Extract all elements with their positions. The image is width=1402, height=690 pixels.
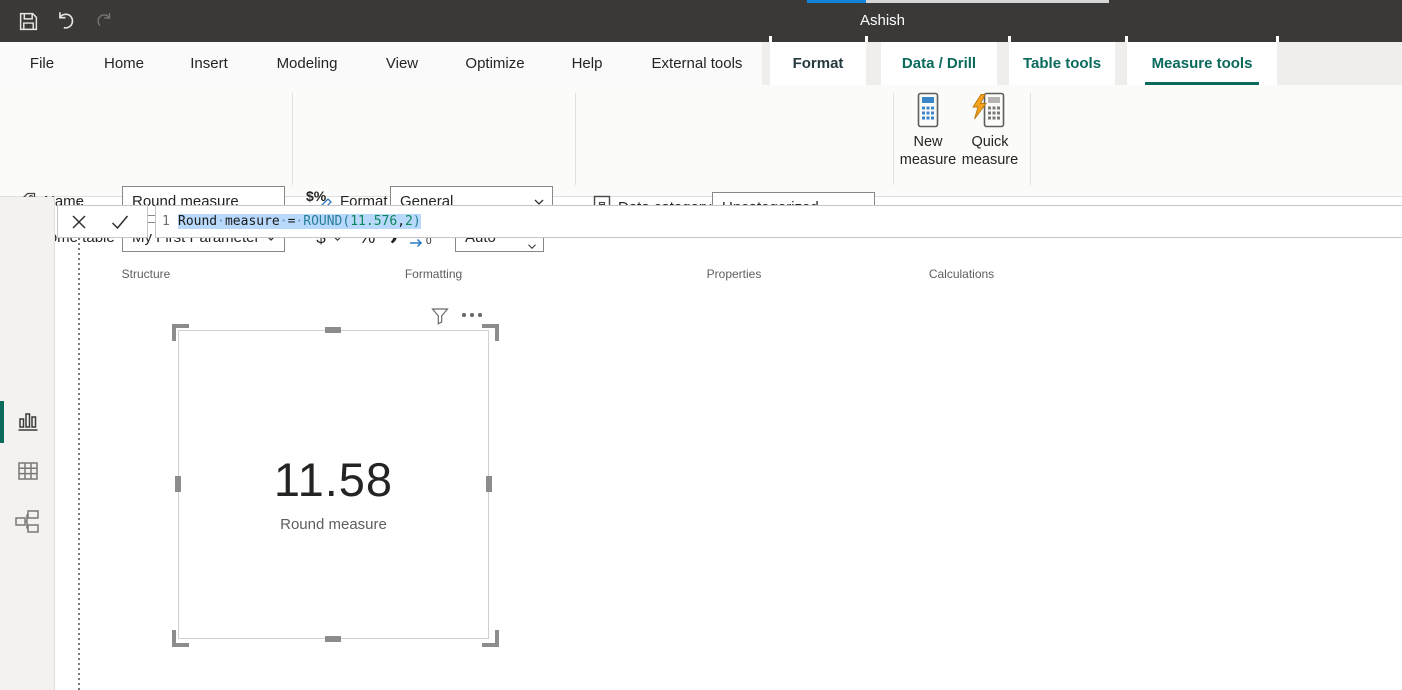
group-separator: [575, 93, 576, 185]
redo-icon: [94, 11, 114, 31]
tab-help[interactable]: Help: [562, 42, 612, 85]
new-measure-button[interactable]: New measure: [897, 92, 959, 169]
title-bar: Ashish: [0, 0, 1402, 42]
resize-handle-top[interactable]: [325, 327, 341, 333]
tab-measure-tools[interactable]: Measure tools: [1127, 42, 1277, 85]
cancel-formula-button[interactable]: [70, 213, 88, 231]
save-icon: [18, 11, 39, 32]
lightning-icon: [971, 94, 987, 120]
calculations-group-label: Calculations: [893, 267, 1030, 281]
tab-view[interactable]: View: [372, 42, 432, 85]
tab-data-drill[interactable]: Data / Drill: [881, 42, 997, 85]
quick-measure-label: Quick measure: [958, 133, 1022, 169]
ellipsis-dot: [470, 313, 474, 317]
tab-modeling[interactable]: Modeling: [267, 42, 347, 85]
visual-filter-button[interactable]: [430, 306, 450, 326]
resize-handle-top-right[interactable]: [482, 324, 499, 341]
active-view-indicator: [0, 401, 4, 443]
tab-file[interactable]: File: [12, 42, 72, 85]
card-value: 11.58: [274, 452, 393, 507]
tab-external-tools[interactable]: External tools: [642, 42, 752, 85]
card-label: Round measure: [280, 516, 387, 533]
dax-decimals-arg: 2: [405, 214, 413, 229]
model-view-button[interactable]: [14, 509, 41, 535]
resize-handle-bottom-right[interactable]: [482, 630, 499, 647]
undo-icon: [55, 10, 77, 32]
tab-format[interactable]: Format: [770, 42, 866, 85]
background-window-strip-gray: [866, 0, 1109, 3]
resize-handle-top-left[interactable]: [172, 324, 189, 341]
dax-number-arg: 11.576: [350, 214, 397, 229]
check-icon: [110, 213, 130, 231]
report-view-button[interactable]: [16, 409, 40, 433]
tab-insert[interactable]: Insert: [179, 42, 239, 85]
ellipsis-dot: [462, 313, 466, 317]
line-number: 1: [162, 206, 170, 237]
quick-measure-button[interactable]: Quick measure: [958, 92, 1022, 169]
dax-measure-name: Round: [178, 214, 217, 229]
ellipsis-dot: [478, 313, 482, 317]
filter-funnel-icon: [430, 306, 450, 326]
tab-optimize[interactable]: Optimize: [455, 42, 535, 85]
save-button[interactable]: [14, 7, 42, 35]
more-options-button[interactable]: [462, 313, 482, 317]
undo-button[interactable]: [52, 7, 80, 35]
group-separator: [292, 93, 293, 185]
card-visual[interactable]: 11.58 Round measure: [178, 330, 489, 639]
resize-handle-right[interactable]: [486, 476, 492, 492]
dax-formula-input[interactable]: 1 Round·measure·=·ROUND(11.576,2): [155, 205, 1402, 238]
properties-group-label: Properties: [575, 267, 893, 281]
model-icon: [14, 509, 41, 535]
tab-home[interactable]: Home: [94, 42, 154, 85]
view-rail: [0, 197, 55, 690]
dax-function: ROUND: [303, 214, 342, 229]
redo-button[interactable]: [90, 7, 118, 35]
table-icon: [16, 459, 40, 483]
chevron-down-icon[interactable]: [527, 243, 537, 250]
x-icon: [70, 213, 88, 231]
formatting-group-label: Formatting: [292, 267, 575, 281]
resize-handle-left[interactable]: [175, 476, 181, 492]
resize-handle-bottom[interactable]: [325, 636, 341, 642]
calculator-icon: [915, 92, 941, 128]
tab-table-tools[interactable]: Table tools: [1009, 42, 1115, 85]
page-boundary-dotted-line: [78, 198, 80, 690]
data-view-button[interactable]: [16, 459, 40, 483]
ribbon-tab-bar: File Home Insert Modeling View Optimize …: [0, 42, 1402, 85]
group-separator: [1030, 93, 1031, 185]
dax-formula-text: Round·measure·=·ROUND(11.576,2): [178, 206, 421, 237]
bar-chart-icon: [16, 409, 40, 433]
document-title: Ashish: [810, 0, 955, 42]
ribbon: Name Round measure Home table My First P…: [0, 85, 1402, 197]
arrow-right-icon: [409, 238, 425, 248]
background-window-strip-blue: [807, 0, 866, 3]
commit-formula-button[interactable]: [110, 213, 130, 231]
powerbi-window: Ashish File Home Insert Modeling View Op…: [0, 0, 1402, 690]
new-measure-label: New measure: [897, 133, 959, 169]
resize-handle-bottom-left[interactable]: [172, 630, 189, 647]
formula-action-box: [57, 205, 148, 238]
group-separator: [893, 93, 894, 185]
